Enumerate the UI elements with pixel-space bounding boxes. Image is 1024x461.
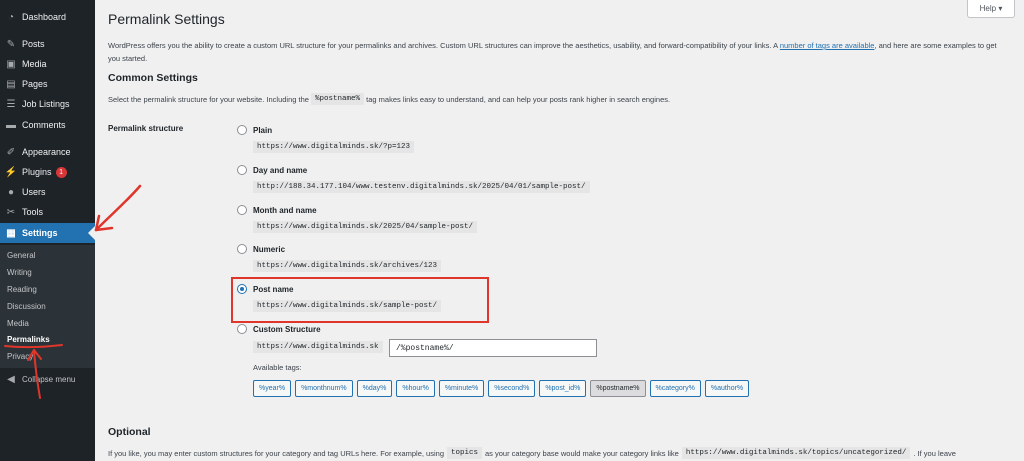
menu-pages[interactable]: ▤ Pages xyxy=(0,74,95,94)
tag-category[interactable]: %category% xyxy=(649,380,701,397)
available-tags-list: %year% %monthnum% %day% %hour% %minute% … xyxy=(253,380,750,397)
collapse-icon: ◀ xyxy=(7,373,15,385)
submenu-writing[interactable]: Writing xyxy=(7,268,32,277)
tag-author[interactable]: %author% xyxy=(704,380,750,397)
tag-postname[interactable]: %postname% xyxy=(590,380,646,397)
annotation-arrow-settings xyxy=(94,184,142,232)
example-day-and-name: http://188.34.177.104/www.testenv.digita… xyxy=(253,181,590,193)
example-plain: https://www.digitalminds.sk/?p=123 xyxy=(253,141,415,153)
permalink-structure-label: Permalink structure xyxy=(108,124,184,133)
page-icon: ▤ xyxy=(6,78,16,90)
menu-plugins[interactable]: ⚡ Plugins 1 xyxy=(0,162,95,182)
radio-day-and-name[interactable] xyxy=(237,165,247,175)
submenu-reading[interactable]: Reading xyxy=(7,285,37,294)
submenu-discussion[interactable]: Discussion xyxy=(7,302,46,311)
annotation-highlight-box xyxy=(231,277,489,323)
menu-comments[interactable]: ▬ Comments xyxy=(0,115,95,135)
tag-year[interactable]: %year% xyxy=(253,380,292,397)
menu-tools[interactable]: ✂ Tools xyxy=(0,202,95,222)
submenu-media[interactable]: Media xyxy=(7,319,29,328)
page-title: Permalink Settings xyxy=(108,11,225,27)
tag-second[interactable]: %second% xyxy=(488,380,536,397)
brush-icon: ✐ xyxy=(6,146,16,158)
plug-icon: ⚡ xyxy=(4,166,18,178)
example-numeric: https://www.digitalminds.sk/archives/123 xyxy=(253,260,442,272)
example-month-and-name: https://www.digitalminds.sk/2025/04/samp… xyxy=(253,221,478,233)
custom-structure-prefix: https://www.digitalminds.sk xyxy=(253,341,383,353)
tag-hour[interactable]: %hour% xyxy=(396,380,435,397)
annotation-arrowhead-settings xyxy=(94,214,114,232)
optional-description: If you like, you may enter custom struct… xyxy=(108,447,956,459)
menu-job-listings[interactable]: ☰ Job Listings xyxy=(0,94,95,114)
radio-numeric[interactable] xyxy=(237,244,247,254)
admin-sidebar: ◔ Dashboard ✎ Posts ▣ Media ▤ Pages ☰ Jo… xyxy=(0,0,95,461)
menu-settings[interactable]: ▦ Settings xyxy=(0,223,95,243)
common-settings-heading: Common Settings xyxy=(108,72,198,84)
option-numeric[interactable]: Numeric xyxy=(237,244,285,254)
tag-minute[interactable]: %minute% xyxy=(438,380,485,397)
optional-heading: Optional xyxy=(108,426,151,438)
menu-posts[interactable]: ✎ Posts xyxy=(0,34,95,54)
settings-icon: ▦ xyxy=(6,227,16,239)
media-icon: ▣ xyxy=(6,58,16,70)
menu-appearance[interactable]: ✐ Appearance xyxy=(0,142,95,162)
tag-post-id[interactable]: %post_id% xyxy=(539,380,587,397)
help-button[interactable]: Help ▾ xyxy=(967,0,1015,18)
option-day-and-name[interactable]: Day and name xyxy=(237,165,307,175)
list-icon: ☰ xyxy=(6,98,16,110)
tag-day[interactable]: %day% xyxy=(356,380,393,397)
menu-dashboard[interactable]: ◔ Dashboard xyxy=(0,7,95,27)
submenu-permalinks[interactable]: Permalinks xyxy=(7,335,50,344)
tags-link[interactable]: number of tags are available xyxy=(780,41,875,50)
plugin-update-badge: 1 xyxy=(55,166,67,178)
common-settings-description: Select the permalink structure for your … xyxy=(108,93,671,105)
option-month-and-name[interactable]: Month and name xyxy=(237,205,317,215)
radio-month-and-name[interactable] xyxy=(237,205,247,215)
dashboard-icon: ◔ xyxy=(7,11,15,23)
settings-submenu: General Writing Reading Discussion Media… xyxy=(0,245,95,368)
menu-users[interactable]: ● Users xyxy=(0,182,95,202)
submenu-privacy[interactable]: Privacy xyxy=(7,352,33,361)
custom-structure-input[interactable] xyxy=(389,339,597,357)
submenu-general[interactable]: General xyxy=(7,251,35,260)
pin-icon: ✎ xyxy=(6,38,16,50)
option-plain[interactable]: Plain xyxy=(237,125,272,135)
user-icon: ● xyxy=(7,186,15,198)
comment-icon: ▬ xyxy=(6,119,16,131)
intro-text: WordPress offers you the ability to crea… xyxy=(108,41,997,63)
radio-custom-structure[interactable] xyxy=(237,324,247,334)
tag-monthnum[interactable]: %monthnum% xyxy=(295,380,353,397)
option-custom-structure[interactable]: Custom Structure xyxy=(237,324,321,334)
radio-plain[interactable] xyxy=(237,125,247,135)
wrench-icon: ✂ xyxy=(6,206,16,218)
menu-media[interactable]: ▣ Media xyxy=(0,54,95,74)
collapse-menu-button[interactable]: ◀ Collapse menu xyxy=(0,369,95,389)
available-tags-label: Available tags: xyxy=(253,363,302,372)
